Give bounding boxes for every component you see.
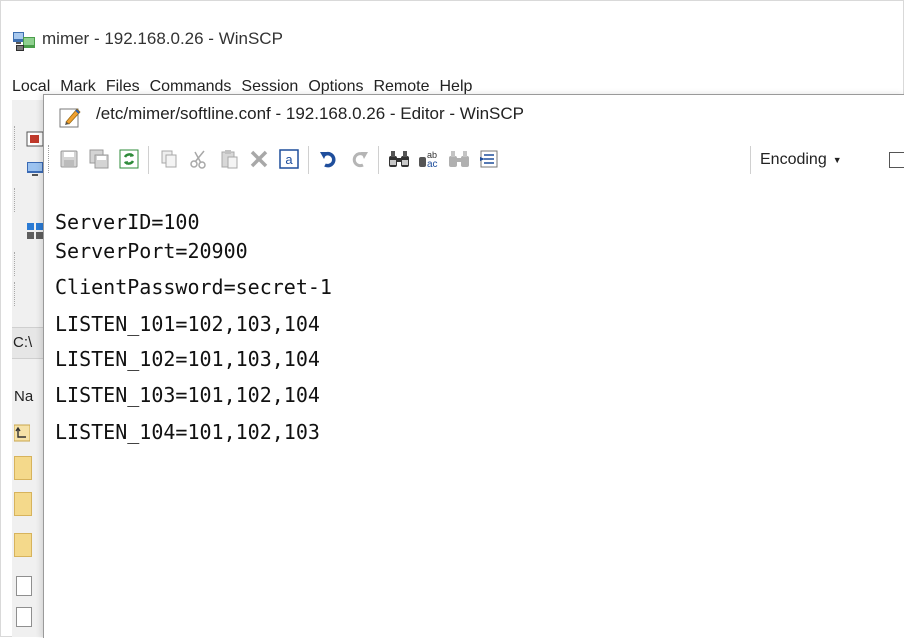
find-icon[interactable] [386, 146, 412, 172]
text-line: LISTEN_103=101,102,104 [55, 383, 320, 407]
save-all-icon[interactable] [86, 146, 112, 172]
find-next-icon[interactable] [446, 146, 472, 172]
encoding-label: Encoding [760, 151, 827, 168]
main-window-title: mimer - 192.168.0.26 - WinSCP [42, 29, 283, 48]
copy-icon[interactable] [156, 146, 182, 172]
editor-titlebar: /etc/mimer/softline.conf - 192.168.0.26 … [44, 95, 904, 136]
toolbar-grip[interactable] [48, 145, 52, 173]
text-line: LISTEN_101=102,103,104 [55, 312, 320, 336]
edit-pencil-icon [58, 105, 82, 129]
folder-icon[interactable] [14, 533, 32, 557]
menu-remote[interactable]: Remote [373, 78, 429, 95]
menu-session[interactable]: Session [241, 78, 298, 95]
cut-icon[interactable] [186, 146, 212, 172]
goto-line-icon[interactable] [476, 146, 502, 172]
encoding-dropdown[interactable]: Encoding ▼ [760, 148, 842, 172]
toolbar-grip[interactable] [14, 252, 18, 276]
local-path-fragment: C:\ [13, 334, 33, 351]
checkbox[interactable] [889, 152, 904, 168]
toolbar-separator [308, 146, 309, 174]
toolbar-separator [750, 146, 751, 174]
editor-text-area[interactable]: ServerID=100 ServerPort=20900 ClientPass… [44, 182, 904, 638]
toolbar-separator [148, 146, 149, 174]
replace-icon[interactable]: ab ac [416, 146, 442, 172]
chevron-down-icon: ▼ [832, 155, 842, 165]
toolbar-grip[interactable] [14, 282, 18, 306]
toolbar-separator [378, 146, 379, 174]
menu-commands[interactable]: Commands [150, 78, 232, 95]
text-line: ServerPort=20900 [55, 239, 248, 263]
computer-icon[interactable] [26, 160, 44, 178]
menu-mark[interactable]: Mark [60, 78, 96, 95]
name-column-header[interactable]: Na [14, 388, 33, 405]
folder-icon[interactable] [14, 456, 32, 480]
winscp-app-icon [13, 30, 35, 52]
toolbar-grip[interactable] [14, 188, 18, 212]
main-window-titlebar: mimer - 192.168.0.26 - WinSCP [1, 1, 903, 56]
grid-icon[interactable] [26, 222, 44, 240]
toolbar-grip[interactable] [14, 126, 18, 150]
delete-icon[interactable] [246, 146, 272, 172]
menu-local[interactable]: Local [12, 78, 50, 95]
svg-text:ac: ac [427, 159, 438, 169]
text-line: LISTEN_102=101,103,104 [55, 347, 320, 371]
save-icon[interactable] [56, 146, 82, 172]
editor-toolbar: a ab ac Encoding ▼ [44, 136, 904, 182]
svg-text:a: a [285, 152, 293, 167]
undo-icon[interactable] [316, 146, 342, 172]
text-line: ServerID=100 [55, 210, 200, 234]
editor-title: /etc/mimer/softline.conf - 192.168.0.26 … [96, 104, 525, 123]
menu-options[interactable]: Options [308, 78, 363, 95]
text-line: ClientPassword=secret-1 [55, 275, 332, 299]
folder-icon[interactable] [14, 492, 32, 516]
menu-help[interactable]: Help [440, 78, 473, 95]
select-all-icon[interactable]: a [276, 146, 302, 172]
text-line: LISTEN_104=101,102,103 [55, 420, 320, 444]
menu-files[interactable]: Files [106, 78, 140, 95]
parent-directory-icon[interactable] [13, 424, 31, 442]
redo-icon[interactable] [346, 146, 372, 172]
reload-icon[interactable] [116, 146, 142, 172]
file-icon[interactable] [16, 576, 32, 596]
paste-icon[interactable] [216, 146, 242, 172]
editor-window: /etc/mimer/softline.conf - 192.168.0.26 … [43, 94, 904, 638]
file-icon[interactable] [16, 607, 32, 627]
red-toolbar-icon[interactable] [26, 130, 44, 148]
